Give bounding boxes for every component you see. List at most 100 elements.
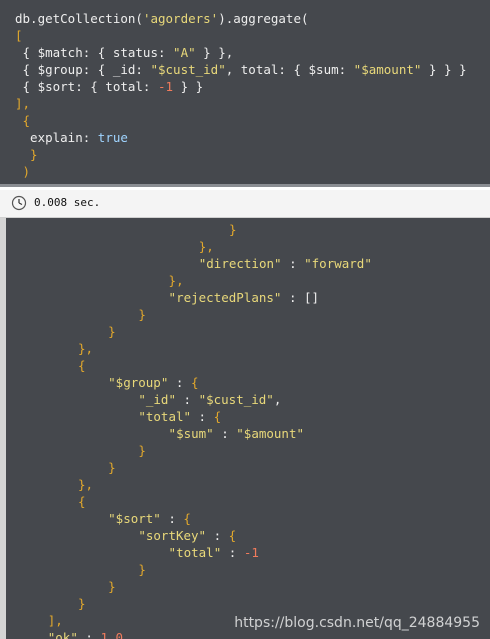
- result-line: "total" : -1: [169, 544, 259, 561]
- result-token: 1.0: [100, 630, 124, 639]
- result-token: },: [77, 477, 93, 492]
- execution-time: 0.008 sec.: [34, 196, 101, 209]
- result-token: :: [213, 426, 237, 441]
- code-token: ).aggregate(: [218, 11, 309, 26]
- result-token: }: [108, 460, 116, 475]
- result-line: },: [199, 238, 214, 255]
- code-token: ): [15, 164, 31, 179]
- code-token: } }: [173, 79, 204, 94]
- result-line: },: [78, 476, 93, 493]
- result-token: :: [168, 375, 191, 390]
- result-line: }: [108, 459, 116, 476]
- result-token: }: [108, 579, 116, 594]
- result-line: }: [108, 323, 116, 340]
- code-token: , total: { $sum:: [225, 62, 354, 77]
- result-line: ],: [48, 612, 63, 629]
- code-token: "A": [173, 45, 196, 60]
- code-token: [: [15, 28, 23, 43]
- result-token: :: [191, 409, 214, 424]
- result-token: {: [77, 494, 86, 509]
- status-bar: 0.008 sec.: [0, 190, 490, 218]
- result-line: "$sort" : {: [108, 510, 191, 527]
- result-token: "$group": [108, 375, 169, 390]
- result-token: :: [175, 392, 199, 407]
- result-token: "direction": [198, 256, 282, 271]
- result-line: {: [78, 493, 86, 510]
- result-token: }: [77, 596, 86, 611]
- result-line: "$sum" : "$amount": [169, 425, 304, 442]
- result-line: }: [138, 561, 146, 578]
- code-token: { $match: { status:: [15, 45, 174, 60]
- result-token: "rejectedPlans": [168, 290, 282, 305]
- result-token: {: [213, 409, 222, 424]
- code-token: true: [97, 130, 128, 145]
- result-token: {: [228, 528, 237, 543]
- code-token: } },: [195, 45, 234, 60]
- code-token: "$amount": [353, 62, 422, 77]
- result-token: "_id": [138, 392, 176, 407]
- editor-line: { $sort: { total: -1 } }: [15, 78, 204, 95]
- result-token: },: [168, 273, 184, 288]
- query-editor[interactable]: db.getCollection('agorders').aggregate([…: [0, 0, 490, 187]
- result-token: {: [77, 358, 86, 373]
- result-panel[interactable]: }}, "direction" : "forward"}, "rejectedPla…: [0, 218, 490, 639]
- result-token: "total": [168, 545, 222, 560]
- result-line: },: [169, 272, 184, 289]
- editor-line: explain: true: [15, 129, 128, 146]
- result-token: :: [281, 256, 305, 271]
- gutter: [0, 218, 6, 639]
- result-token: "$sort": [108, 511, 161, 526]
- editor-line: [: [15, 27, 23, 44]
- result-token: "$amount": [236, 426, 305, 441]
- result-line: "sortKey" : {: [138, 527, 236, 544]
- result-token: :: [221, 545, 244, 560]
- result-line: }: [229, 221, 237, 238]
- result-line: },: [78, 340, 93, 357]
- result-token: :: [160, 511, 184, 526]
- result-token: }: [138, 443, 146, 458]
- editor-line: { $match: { status: "A" } },: [15, 44, 234, 61]
- result-line: }: [138, 306, 146, 323]
- result-token: :: [206, 528, 229, 543]
- result-line: "_id" : "$cust_id",: [138, 391, 281, 408]
- editor-line: db.getCollection('agorders').aggregate(: [15, 10, 309, 27]
- result-line: }: [78, 595, 86, 612]
- result-token: "$cust_id": [198, 392, 274, 407]
- editor-line: {: [15, 112, 31, 129]
- code-token: explain:: [15, 130, 98, 145]
- result-token: ,: [273, 392, 282, 407]
- result-token: "sortKey": [138, 528, 207, 543]
- code-token: ],: [15, 96, 31, 111]
- result-line: "total" : {: [138, 408, 221, 425]
- result-token: {: [183, 511, 191, 526]
- result-line: "$group" : {: [108, 374, 198, 391]
- result-line: "ok" : 1.0: [48, 629, 123, 639]
- result-token: }: [228, 222, 237, 237]
- result-line: {: [78, 357, 86, 374]
- result-line: }: [138, 442, 146, 459]
- result-token: []: [304, 290, 320, 305]
- code-token: -1: [158, 79, 174, 94]
- editor-line: ],: [15, 95, 30, 112]
- result-token: "forward": [304, 256, 372, 271]
- result-token: "total": [138, 409, 192, 424]
- code-token: { $group: { _id:: [15, 62, 151, 77]
- result-token: {: [190, 375, 199, 390]
- watermark: https://blog.csdn.net/qq_24884955: [234, 615, 480, 631]
- code-token: 'agorders': [142, 11, 219, 26]
- code-token: db.getCollection(: [15, 11, 143, 26]
- result-line: "direction" : "forward": [199, 255, 372, 272]
- result-token: "$sum": [168, 426, 214, 441]
- result-token: :: [77, 630, 101, 639]
- result-token: },: [77, 341, 93, 356]
- editor-line: }: [15, 146, 38, 163]
- result-token: -1: [243, 545, 259, 560]
- code-token: }: [15, 147, 38, 162]
- editor-line: ): [15, 163, 31, 180]
- result-token: }: [138, 307, 146, 322]
- result-line: }: [108, 578, 116, 595]
- code-token: "$cust_id": [150, 62, 226, 77]
- clock-icon: [11, 195, 27, 211]
- result-token: :: [281, 290, 305, 305]
- result-token: "ok": [47, 630, 78, 639]
